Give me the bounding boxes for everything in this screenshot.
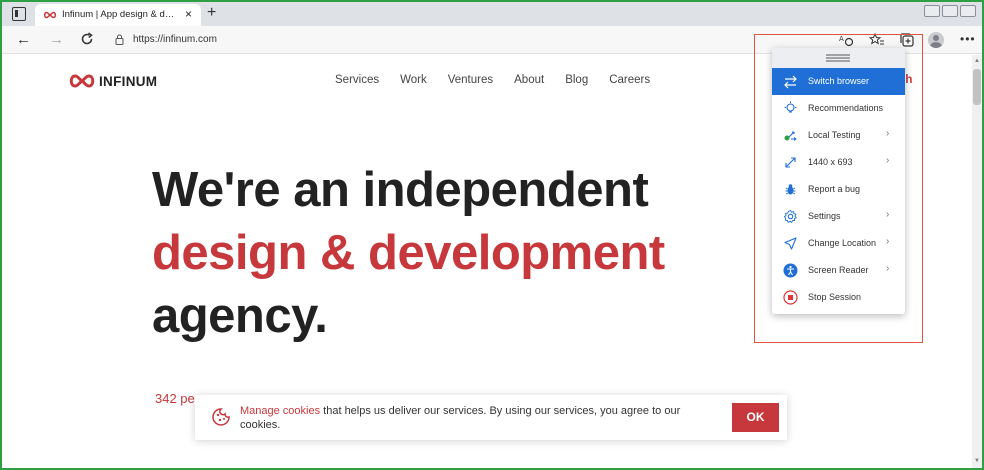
popup-drag-handle[interactable] xyxy=(772,48,905,68)
cookie-ok-button[interactable]: OK xyxy=(732,403,779,432)
scroll-up-icon[interactable]: ▲ xyxy=(974,58,980,64)
menu-report-bug[interactable]: Report a bug xyxy=(772,176,905,203)
tab-infinum[interactable]: Infinum | App design & development × xyxy=(35,4,201,26)
bug-icon xyxy=(785,184,796,195)
nav-about[interactable]: About xyxy=(514,74,544,86)
menu-label: Screen Reader xyxy=(808,265,869,275)
nav-blog[interactable]: Blog xyxy=(565,74,588,86)
page-scrollbar[interactable]: ▲ ▼ xyxy=(972,55,982,468)
close-window-button[interactable] xyxy=(960,5,976,17)
tab-title: Infinum | App design & development xyxy=(62,9,175,20)
stat-text: 342 pe xyxy=(155,391,195,406)
chevron-right-icon: › xyxy=(886,209,890,220)
cookie-banner: Manage cookies that helps us deliver our… xyxy=(195,395,787,440)
menu-stop-session[interactable]: Stop Session xyxy=(772,284,905,311)
hero-line-3: agency. xyxy=(152,289,328,343)
menu-change-location[interactable]: Change Location › xyxy=(772,230,905,257)
menu-settings[interactable]: Settings › xyxy=(772,203,905,230)
scroll-down-icon[interactable]: ▼ xyxy=(974,458,980,464)
resize-icon xyxy=(785,157,796,168)
infinum-favicon-icon xyxy=(43,11,57,19)
profile-avatar-icon[interactable] xyxy=(928,32,944,48)
menu-switch-browser[interactable]: Switch browser xyxy=(772,68,905,95)
hero-heading: We're an independent design & developmen… xyxy=(152,159,665,348)
menu-label: Local Testing xyxy=(808,130,861,140)
menu-recommendations[interactable]: Recommendations xyxy=(772,95,905,122)
local-testing-icon xyxy=(784,131,797,141)
close-tab-icon[interactable]: × xyxy=(185,7,192,21)
accessibility-icon xyxy=(783,263,798,278)
chevron-right-icon: › xyxy=(886,128,890,139)
address-bar[interactable]: https://infinum.com xyxy=(107,30,747,50)
minimize-button[interactable] xyxy=(924,5,940,17)
new-tab-button[interactable]: + xyxy=(207,4,216,22)
menu-label: Change Location xyxy=(808,238,877,248)
lightbulb-icon xyxy=(784,101,797,113)
location-arrow-icon xyxy=(784,237,797,250)
chevron-right-icon: › xyxy=(886,155,890,166)
chevron-right-icon: › xyxy=(886,263,890,274)
manage-cookies-link[interactable]: Manage cookies xyxy=(240,405,320,417)
tab-actions-icon[interactable] xyxy=(12,7,26,21)
url-text[interactable]: https://infinum.com xyxy=(133,34,217,45)
browser-window: Infinum | App design & development × + ←… xyxy=(0,0,984,470)
more-options-icon[interactable]: ••• xyxy=(960,32,976,46)
cookie-message: Manage cookies that helps us deliver our… xyxy=(240,404,710,432)
menu-label: Settings xyxy=(808,211,841,221)
gear-icon xyxy=(783,209,797,224)
menu-local-testing[interactable]: Local Testing › xyxy=(772,122,905,149)
nav-work[interactable]: Work xyxy=(400,74,427,86)
infinum-logo[interactable]: INFINUM xyxy=(68,73,157,89)
scroll-thumb[interactable] xyxy=(973,69,981,105)
restore-button[interactable] xyxy=(942,5,958,17)
infinity-logo-icon xyxy=(69,74,95,88)
menu-resolution[interactable]: 1440 x 693 › xyxy=(772,149,905,176)
logo-text: INFINUM xyxy=(99,73,158,89)
menu-label: Switch browser xyxy=(808,76,870,86)
chevron-right-icon: › xyxy=(886,236,890,247)
reload-icon[interactable] xyxy=(80,32,94,46)
session-menu-popup: Switch browser Recommendations Local Tes… xyxy=(772,48,905,314)
menu-label: Recommendations xyxy=(808,103,884,113)
nav-careers[interactable]: Careers xyxy=(609,74,650,86)
window-controls xyxy=(924,5,976,17)
switch-icon xyxy=(784,75,797,89)
cookie-icon xyxy=(212,408,230,426)
site-nav: Services Work Ventures About Blog Career… xyxy=(335,74,671,86)
drag-handle-icon[interactable] xyxy=(826,54,850,62)
hero-line-2: design & development xyxy=(152,226,665,280)
lock-icon[interactable] xyxy=(115,34,124,45)
back-arrow-icon[interactable]: ← xyxy=(16,31,31,49)
nav-services[interactable]: Services xyxy=(335,74,379,86)
menu-label: 1440 x 693 xyxy=(808,157,853,167)
menu-screen-reader[interactable]: Screen Reader › xyxy=(772,257,905,284)
tab-strip: Infinum | App design & development × + xyxy=(2,2,982,26)
menu-label: Stop Session xyxy=(808,292,862,302)
forward-arrow-icon[interactable]: → xyxy=(49,31,64,49)
hero-line-1: We're an independent xyxy=(152,163,649,217)
menu-label: Report a bug xyxy=(808,184,861,194)
stop-icon xyxy=(783,290,798,305)
nav-ventures[interactable]: Ventures xyxy=(448,74,493,86)
